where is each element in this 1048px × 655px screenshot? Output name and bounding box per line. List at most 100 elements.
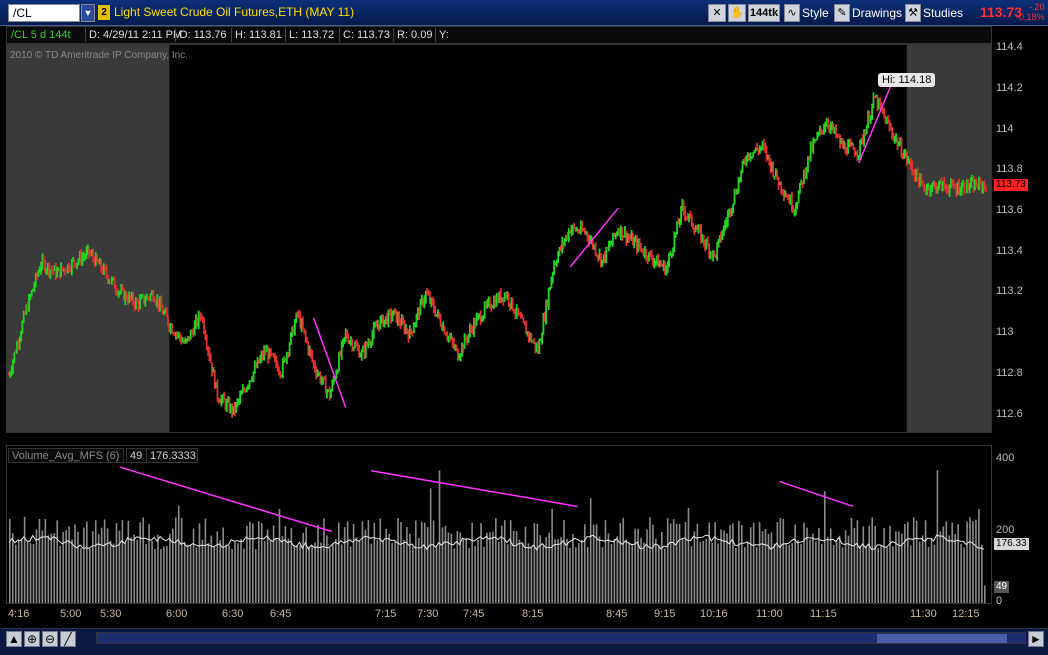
volume-bar (755, 547, 758, 603)
studies-button[interactable]: Studies (923, 6, 963, 20)
symbol-input[interactable]: /CL (8, 4, 80, 22)
volume-bar (749, 527, 752, 603)
volume-bar (252, 523, 254, 603)
scroll-right-button[interactable]: ► (1028, 631, 1044, 647)
volume-bar (735, 547, 737, 603)
price-bar (13, 352, 16, 364)
volume-bar (59, 545, 61, 603)
time-axis-tick: 5:30 (100, 608, 122, 620)
link-group-badge[interactable]: 2 (98, 5, 110, 20)
volume-bar (548, 532, 550, 603)
time-scrollbar[interactable] (96, 632, 1026, 644)
time-axis-tick: 8:45 (606, 608, 628, 620)
pencil-icon: ✎ (837, 7, 847, 19)
volume-bar (438, 470, 441, 603)
volume-bar (966, 521, 968, 603)
price-chart[interactable] (7, 45, 991, 432)
volume-bar (468, 547, 470, 603)
pan-tool-button[interactable]: ✋ (728, 4, 746, 22)
volume-chart[interactable] (7, 446, 991, 603)
volume-bar (942, 526, 945, 603)
volume-bar (512, 530, 515, 603)
volume-bar (566, 538, 568, 603)
volume-bar (981, 544, 983, 603)
zoom-in-button[interactable]: ⊕ (24, 631, 40, 647)
volume-bar (323, 518, 325, 603)
volume-bar (927, 547, 930, 603)
volume-bar (803, 522, 805, 603)
drawings-button[interactable]: Drawings (852, 6, 902, 20)
drawings-icon-button[interactable]: ✎ (834, 4, 850, 22)
volume-bar (877, 548, 879, 603)
price-bar (732, 203, 735, 214)
volume-bar (838, 535, 841, 603)
volume-bar (809, 539, 811, 603)
volume-bar (358, 540, 361, 603)
volume-bar (699, 542, 702, 603)
volume-bar (663, 548, 666, 603)
volume-bar (465, 538, 467, 603)
volume-bar (963, 547, 965, 603)
bar-open: O: 113.76 (179, 29, 227, 41)
volume-bar (898, 531, 900, 603)
volume-bar (542, 544, 545, 603)
style-icon-button[interactable]: ∿ (784, 4, 800, 22)
volume-bar (583, 524, 586, 603)
volume-bar (628, 542, 630, 603)
volume-bar (249, 521, 251, 603)
volume-bar (563, 520, 565, 603)
scrollbar-thumb[interactable] (877, 634, 1007, 643)
volume-bar (788, 544, 791, 603)
volume-bar (826, 536, 829, 603)
volume-bar (269, 539, 272, 603)
volume-bar (257, 521, 260, 603)
price-axis-tick: 114.4 (996, 41, 1023, 54)
studies-icon-button[interactable]: ⚒ (905, 4, 921, 22)
time-axis-tick: 11:15 (810, 608, 837, 620)
volume-bar (80, 547, 82, 603)
price-bar (165, 307, 168, 317)
volume-bar (631, 544, 633, 603)
volume-bar (711, 542, 713, 603)
volume-bar (652, 524, 654, 603)
zoom-out-button[interactable]: ⊖ (42, 631, 58, 647)
time-axis-tick: 6:30 (222, 608, 244, 620)
volume-bar (915, 520, 918, 603)
volume-bar (432, 520, 435, 603)
draw-line-button[interactable]: ╱ (60, 631, 76, 647)
price-axis-tick: 114.2 (996, 81, 1023, 94)
volume-bar (595, 524, 598, 603)
pan-icon: ✋ (730, 7, 744, 19)
bar-y: Y: (439, 29, 449, 41)
volume-bar (462, 539, 465, 603)
volume-bar (856, 520, 859, 603)
volume-chart-area[interactable] (6, 445, 992, 604)
volume-bar (388, 534, 390, 603)
time-axis-tick: 10:16 (700, 608, 728, 620)
chart-label: /CL 5 d 144t (11, 29, 71, 41)
price-chart-area[interactable] (6, 44, 992, 433)
volume-bar (151, 541, 153, 603)
volume-bar (480, 523, 482, 603)
volume-bar (921, 535, 924, 603)
style-button[interactable]: Style (802, 6, 829, 20)
volume-bar (773, 543, 776, 603)
expand-button[interactable]: ▲ (6, 631, 22, 647)
volume-bar (613, 538, 616, 603)
volume-bar (326, 535, 328, 603)
volume-bar (702, 540, 705, 603)
bar-high: H: 113.81 (235, 29, 282, 41)
symbol-dropdown-button[interactable]: ▼ (81, 4, 95, 22)
crosshair-tool-button[interactable]: ✕ (708, 4, 726, 22)
price-bar (511, 297, 514, 312)
volume-bar (186, 544, 189, 603)
aggregation-button[interactable]: 144tk (748, 4, 780, 22)
volume-bar (343, 527, 346, 603)
volume-study-name[interactable]: Volume_Avg_MFS (6) (8, 448, 124, 463)
volume-bar (228, 545, 230, 603)
volume-bar (589, 498, 592, 603)
volume-bar (225, 544, 227, 603)
volume-bar (260, 523, 263, 603)
price-bar (30, 290, 33, 297)
volume-bar (192, 528, 195, 603)
